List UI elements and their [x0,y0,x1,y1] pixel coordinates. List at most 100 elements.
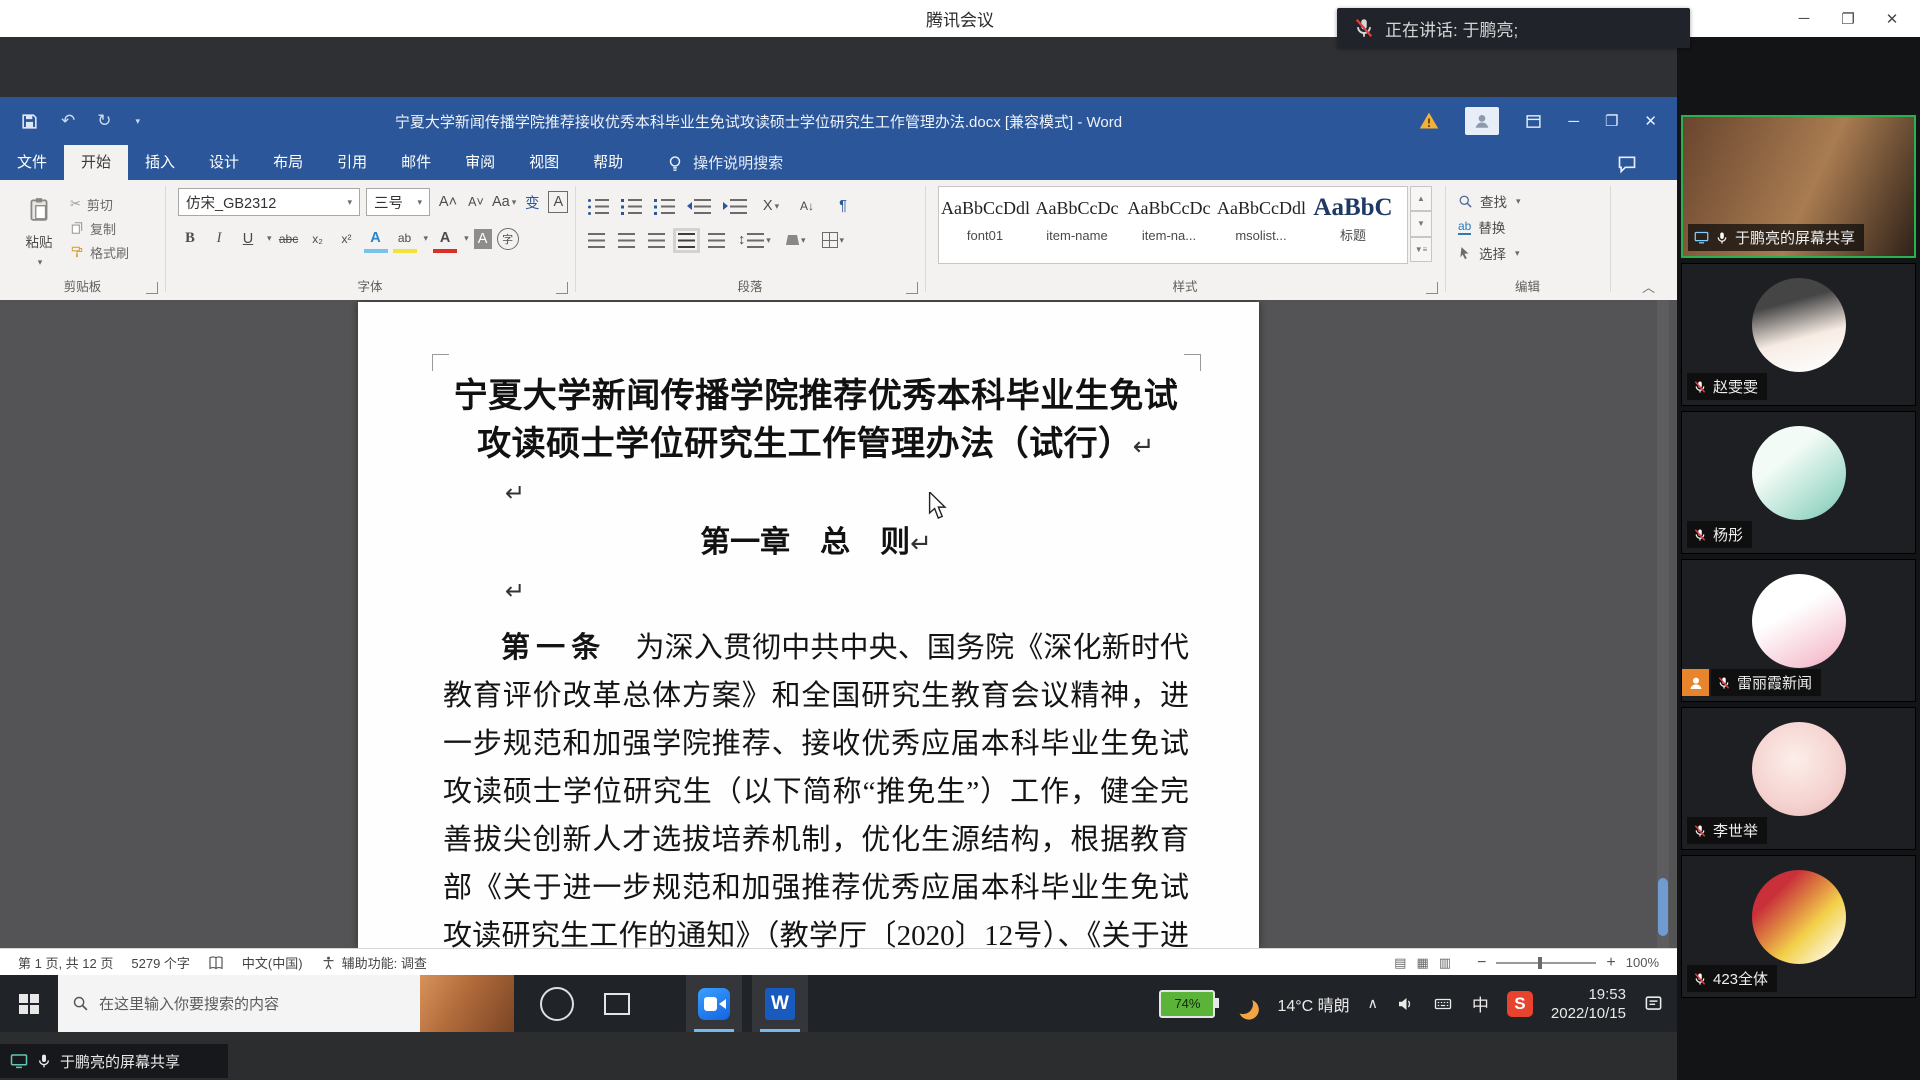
comments-icon[interactable] [1617,154,1637,174]
notification-center-icon[interactable] [1644,994,1663,1013]
tell-me-search[interactable]: 操作说明搜索 [666,145,783,180]
distribute-button[interactable] [708,233,725,248]
task-view-button[interactable] [604,993,630,1015]
page-indicator[interactable]: 第 1 页, 共 12 页 [18,953,113,972]
highlight-caret-icon[interactable]: ▾ [424,233,429,244]
font-dialog-launcher[interactable] [556,282,568,294]
strikethrough-button[interactable]: abc [277,225,301,253]
ribbon-display-options-icon[interactable] [1525,113,1542,130]
borders-button[interactable]: ▾ [821,226,845,254]
qat-dropdown-icon[interactable]: ▾ [136,116,141,127]
paste-button[interactable]: 粘贴 ▾ [12,190,66,272]
find-button[interactable]: 查找 ▾ [1458,188,1521,214]
format-painter-button[interactable]: 格式刷 [70,240,129,264]
sogou-ime-icon[interactable]: S [1507,991,1533,1017]
grow-font-button[interactable]: A˄ [436,188,460,216]
select-button[interactable]: 选择 ▾ [1458,240,1521,266]
styles-dialog-launcher[interactable] [1426,282,1438,294]
line-spacing-button[interactable]: ↕▾ [738,226,771,254]
styles-scroll-up-icon[interactable]: ▲ [1410,186,1432,211]
change-case-button[interactable]: Aa▾ [492,188,516,216]
paragraph-dialog-launcher[interactable] [906,282,918,294]
styles-scroll-down-icon[interactable]: ▼ [1410,211,1432,236]
highlight-button[interactable]: ab [393,224,417,253]
style-item-name[interactable]: AaBbCcDc item-name [1033,191,1121,257]
print-layout-icon[interactable]: ▦ [1416,955,1428,971]
account-avatar[interactable] [1465,107,1499,135]
moon-icon[interactable] [1231,991,1255,1015]
superscript-button[interactable]: x² [335,225,359,253]
replace-button[interactable]: ab 替换 [1458,214,1521,240]
font-size-select[interactable]: 三号 ▾ [366,188,430,216]
ime-indicator[interactable]: 中 [1472,991,1489,1016]
start-button[interactable] [0,975,58,1032]
character-border-button[interactable]: A [548,191,568,213]
accessibility-status[interactable]: 辅助功能: 调查 [342,953,427,972]
align-left-button[interactable] [588,233,605,248]
underline-button[interactable]: U [236,225,260,253]
cortana-button[interactable] [540,987,574,1021]
undo-icon[interactable]: ↶ [61,111,75,131]
zoom-slider[interactable] [1496,962,1596,964]
styles-more-icon[interactable]: ▼≡ [1410,237,1432,262]
proofing-icon[interactable] [208,955,224,971]
participant-tile[interactable]: 雷丽霞新闻 [1681,559,1916,702]
increase-indent-button[interactable] [723,199,747,214]
align-right-button[interactable] [648,233,665,248]
speaker-icon[interactable] [1396,995,1414,1013]
taskbar-app-meeting[interactable] [686,975,742,1032]
save-icon[interactable] [20,112,39,131]
style-msolist[interactable]: AaBbCcDdl msolist... [1217,191,1305,257]
decrease-indent-button[interactable] [687,199,711,214]
copy-button[interactable]: 复制 [70,216,129,240]
participant-tile-sharing[interactable]: 于鹏亮的屏幕共享 [1681,115,1916,258]
tray-chevron-icon[interactable]: ∧ [1368,995,1378,1012]
maximize-icon[interactable]: ❐ [1826,10,1870,28]
touch-keyboard-icon[interactable] [1432,995,1454,1013]
word-close-icon[interactable]: ✕ [1644,112,1657,130]
clipboard-dialog-launcher[interactable] [146,282,158,294]
font-name-select[interactable]: 仿宋_GB2312 ▾ [178,188,360,216]
tab-help[interactable]: 帮助 [576,145,640,180]
search-highlight-image[interactable] [420,975,514,1032]
scrollbar-thumb[interactable] [1658,878,1668,936]
warning-icon[interactable] [1419,111,1439,131]
subscript-button[interactable]: x₂ [306,225,330,253]
cut-button[interactable]: ✂ 剪切 [70,192,129,216]
participant-tile[interactable]: 赵雯雯 [1681,263,1916,406]
participant-tile[interactable]: 李世举 [1681,707,1916,850]
participant-tile[interactable]: 杨彤 [1681,411,1916,554]
bullets-button[interactable] [588,199,609,214]
weather-indicator[interactable]: 14°C 晴朗 [1277,992,1349,1016]
tab-file[interactable]: 文件 [0,145,64,180]
tab-review[interactable]: 审阅 [448,145,512,180]
style-item-na[interactable]: AaBbCcDc item-na... [1125,191,1213,257]
screen-share-banner[interactable]: 于鹏亮的屏幕共享 [0,1044,228,1078]
collapse-ribbon-icon[interactable]: ︿ [1642,277,1655,296]
zoom-slider-thumb[interactable] [1538,957,1542,969]
font-color-caret-icon[interactable]: ▾ [464,233,469,244]
word-minimize-icon[interactable]: ─ [1568,113,1579,130]
tab-view[interactable]: 视图 [512,145,576,180]
style-title[interactable]: AaBbC 标题 [1309,191,1397,257]
tab-design[interactable]: 设计 [192,145,256,180]
word-count[interactable]: 5279 个字 [131,953,190,972]
justify-button[interactable] [678,233,695,248]
taskbar-search[interactable]: 在这里输入你要搜索的内容 [58,975,514,1032]
enclose-character-button[interactable]: 字 [497,228,519,250]
multilevel-list-button[interactable] [654,199,675,214]
character-shading-button[interactable]: A [474,229,492,249]
clock[interactable]: 19:53 2022/10/15 [1551,985,1626,1023]
bold-button[interactable]: B [178,225,202,253]
shrink-font-button[interactable]: A˅ [464,188,488,216]
battery-indicator[interactable]: 74% [1159,990,1215,1018]
shading-button[interactable]: ▾ [784,226,808,254]
phonetic-guide-button[interactable]: 变 [520,188,544,216]
web-layout-icon[interactable]: ▥ [1439,955,1451,971]
document-page[interactable]: 宁夏大学新闻传播学院推荐优秀本科毕业生免试攻读硕士学位研究生工作管理办法（试行）… [358,302,1259,948]
numbering-button[interactable] [621,199,642,214]
tab-home[interactable]: 开始 [64,145,128,180]
tab-layout[interactable]: 布局 [256,145,320,180]
underline-caret-icon[interactable]: ▾ [267,233,272,244]
document-scrollbar[interactable] [1657,300,1669,948]
